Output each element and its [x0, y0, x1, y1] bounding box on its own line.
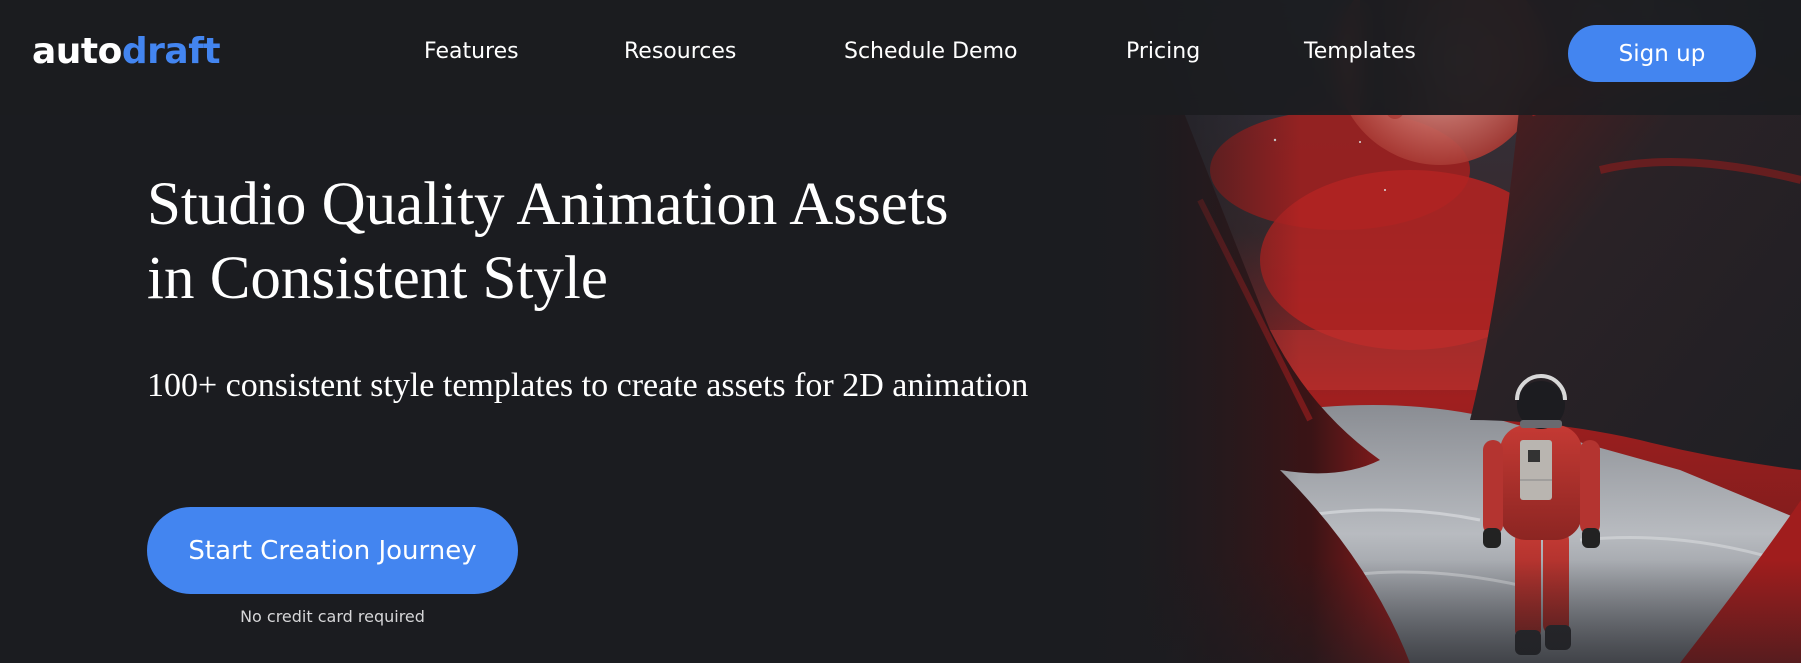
- hero-title-line-1: Studio Quality Animation Assets: [147, 171, 949, 238]
- landing-page: autodraft Features Resources Schedule De…: [0, 0, 1801, 663]
- nav-link-pricing[interactable]: Pricing: [1126, 38, 1200, 66]
- logo-text-draft: draft: [121, 31, 221, 72]
- nav-link-schedule-demo[interactable]: Schedule Demo: [844, 38, 1017, 66]
- hero-title: Studio Quality Animation Assets in Consi…: [147, 168, 949, 316]
- hero-title-line-2: in Consistent Style: [147, 245, 608, 312]
- logo-text-auto: auto: [32, 31, 122, 72]
- start-creation-journey-button[interactable]: Start Creation Journey: [147, 507, 518, 594]
- nav-link-features[interactable]: Features: [424, 38, 519, 66]
- logo[interactable]: autodraft: [32, 31, 221, 72]
- nav-link-resources[interactable]: Resources: [624, 38, 736, 66]
- hero-subtitle: 100+ consistent style templates to creat…: [147, 367, 1029, 404]
- nav-link-templates[interactable]: Templates: [1304, 38, 1416, 66]
- no-credit-card-note: No credit card required: [240, 607, 425, 626]
- sign-up-button[interactable]: Sign up: [1568, 25, 1756, 82]
